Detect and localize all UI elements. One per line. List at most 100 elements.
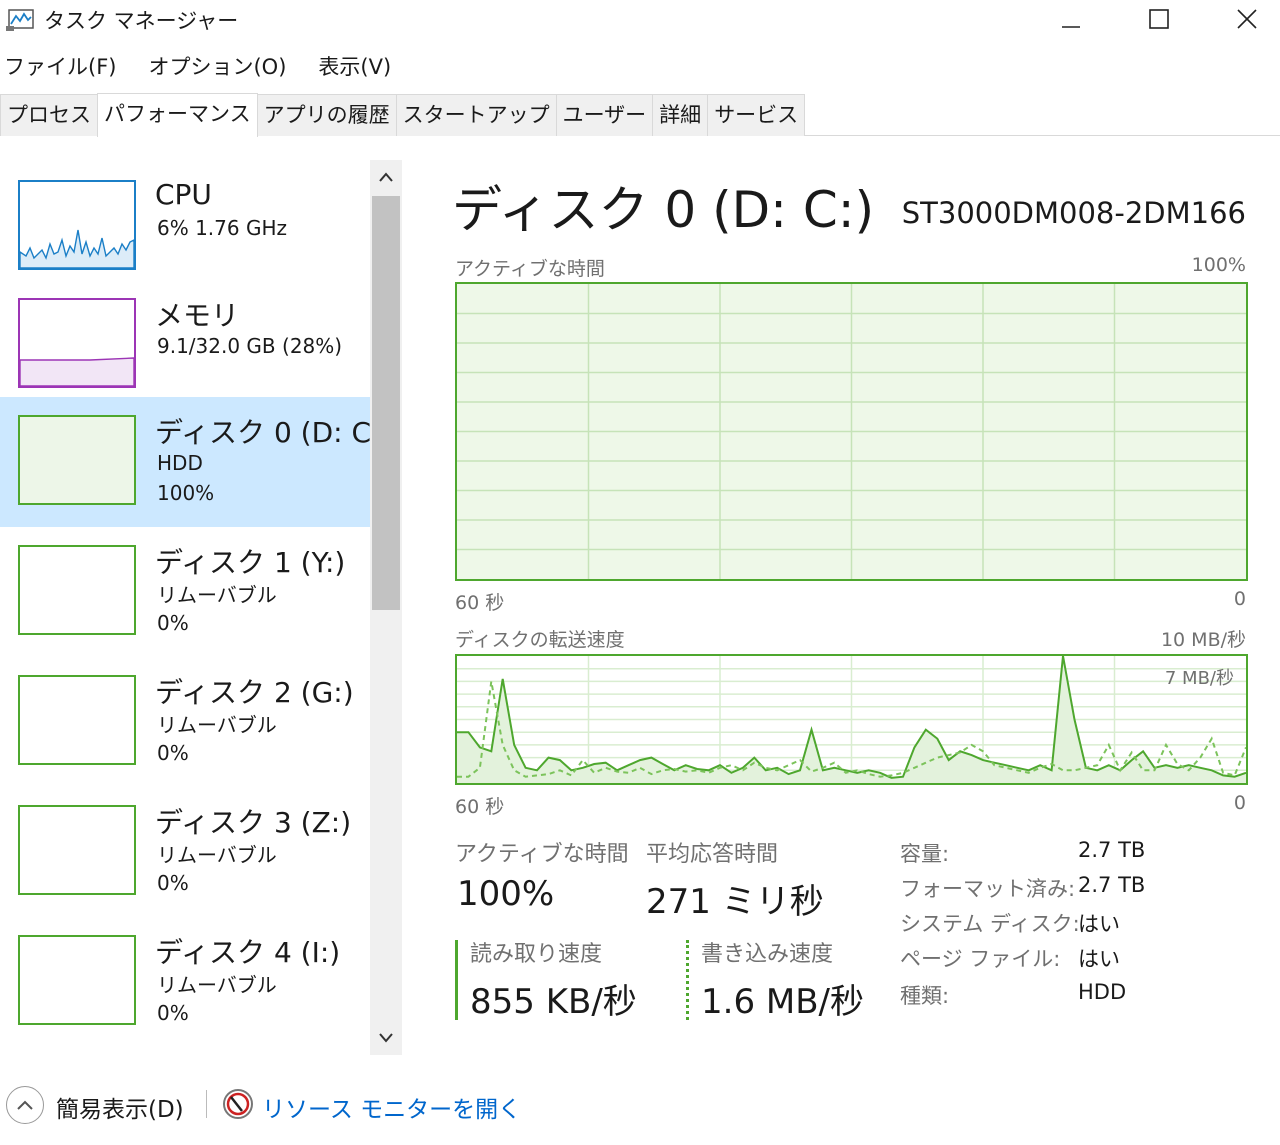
transfer-rate-inner-scale: 7 MB/秒 — [1164, 668, 1234, 689]
chevron-down-icon — [379, 1033, 393, 1043]
transfer-rate-graph-svg — [457, 656, 1246, 783]
menu-file[interactable]: ファイル(F) — [0, 50, 130, 86]
transfer-rate-graph-max: 10 MB/秒 — [1160, 629, 1246, 651]
sidebar-item-title: ディスク 3 (Z:) — [155, 806, 352, 839]
sidebar-item-title: ディスク 0 (D: C:) — [155, 416, 370, 449]
window-title: タスク マネージャー — [44, 9, 239, 33]
minimize-button[interactable] — [1036, 0, 1106, 38]
footer-divider — [206, 1090, 207, 1118]
open-resource-monitor-link[interactable]: リソース モニターを開く — [262, 1090, 521, 1124]
scroll-up-button[interactable] — [370, 160, 402, 194]
write-speed-value: 1.6 MB/秒 — [701, 982, 864, 1022]
cpu-thumbnail-graph — [18, 180, 136, 270]
active-time-graph-max: 100% — [1191, 254, 1246, 276]
active-time-graph-time-left: 60 秒 — [455, 592, 505, 614]
sidebar-item-detail: 9.1/32.0 GB (28%) — [157, 334, 343, 358]
write-speed-indicator — [686, 940, 689, 1020]
resource-sidebar: CPU 6% 1.76 GHz メモリ 9.1/32.0 GB (28%) ディ… — [0, 160, 370, 1055]
sidebar-item-title: ディスク 1 (Y:) — [155, 546, 346, 579]
sidebar-item-title: ディスク 4 (I:) — [155, 936, 341, 969]
active-time-label: アクティブな時間 — [455, 842, 629, 867]
write-speed-label: 書き込み速度 — [701, 942, 834, 967]
capacity-label: 容量: — [900, 842, 950, 866]
system-disk-label: システム ディスク: — [900, 912, 1080, 936]
sidebar-item-title: メモリ — [155, 299, 240, 332]
menu-options[interactable]: オプション(O) — [144, 50, 300, 86]
sidebar-item-disk-3[interactable]: ディスク 3 (Z:) リムーバブル 0% — [0, 787, 370, 917]
maximize-icon — [1149, 9, 1169, 29]
close-icon — [1237, 9, 1257, 29]
scroll-thumb[interactable] — [372, 196, 400, 610]
disk-3-thumbnail-graph — [18, 805, 136, 895]
menu-view[interactable]: 表示(V) — [314, 50, 405, 86]
sidebar-item-usage: 100% — [157, 481, 215, 505]
sidebar-item-type: リムーバブル — [157, 973, 277, 997]
scroll-down-button[interactable] — [370, 1021, 402, 1055]
sidebar-item-title: CPU — [155, 178, 212, 211]
memory-thumbnail-graph — [18, 298, 136, 388]
active-time-graph-label: アクティブな時間 — [455, 258, 605, 280]
maximize-button[interactable] — [1124, 0, 1194, 38]
minimize-icon — [1062, 26, 1080, 28]
resource-monitor-icon[interactable] — [222, 1088, 254, 1120]
title-bar: タスク マネージャー — [0, 0, 1280, 40]
fewer-details-button[interactable] — [6, 1086, 44, 1124]
disk-type-value: HDD — [1078, 980, 1127, 1004]
page-file-label: ページ ファイル: — [900, 947, 1061, 971]
active-time-value: 100% — [457, 874, 555, 914]
tab-users[interactable]: ユーザー — [555, 94, 654, 136]
disk-2-thumbnail-graph — [18, 675, 136, 765]
response-time-label: 平均応答時間 — [646, 842, 779, 867]
tab-startup[interactable]: スタートアップ — [395, 94, 557, 136]
system-disk-value: はい — [1078, 912, 1120, 936]
tab-processes[interactable]: プロセス — [0, 94, 98, 136]
sidebar-item-usage: 0% — [157, 871, 189, 895]
response-time-value: 271 ミリ秒 — [646, 882, 824, 922]
sidebar-item-title: ディスク 2 (G:) — [155, 676, 354, 709]
close-button[interactable] — [1212, 0, 1280, 38]
active-time-graph — [455, 282, 1248, 581]
sidebar-item-type: HDD — [157, 451, 203, 475]
disk-0-thumbnail-graph — [18, 415, 136, 505]
transfer-rate-graph-label: ディスクの転送速度 — [455, 629, 625, 651]
tab-services[interactable]: サービス — [707, 94, 806, 136]
disk-4-thumbnail-graph — [18, 935, 136, 1025]
sidebar-item-type: リムーバブル — [157, 583, 277, 607]
disk-model: ST3000DM008-2DM166 — [901, 196, 1246, 230]
page-title: ディスク 0 (D: C:) — [452, 181, 875, 239]
transfer-rate-graph: 7 MB/秒 — [455, 654, 1248, 785]
menu-bar: ファイル(F) オプション(O) 表示(V) — [0, 50, 419, 86]
transfer-rate-graph-time-left: 60 秒 — [455, 796, 505, 818]
read-speed-indicator — [455, 940, 458, 1020]
fewer-details-label[interactable]: 簡易表示(D) — [56, 1090, 184, 1124]
sidebar-item-disk-2[interactable]: ディスク 2 (G:) リムーバブル 0% — [0, 657, 370, 787]
sidebar-item-disk-1[interactable]: ディスク 1 (Y:) リムーバブル 0% — [0, 527, 370, 657]
tab-details[interactable]: 詳細 — [652, 94, 709, 136]
active-time-graph-time-right: 0 — [1233, 588, 1246, 610]
capacity-value: 2.7 TB — [1078, 838, 1146, 862]
sidebar-item-disk-4[interactable]: ディスク 4 (I:) リムーバブル 0% — [0, 917, 370, 1047]
page-file-value: はい — [1078, 947, 1120, 971]
sidebar-scrollbar[interactable] — [370, 160, 402, 1055]
tab-app-history[interactable]: アプリの履歴 — [256, 94, 397, 136]
sidebar-item-type: リムーバブル — [157, 713, 277, 737]
active-time-graph-svg — [457, 284, 1246, 579]
read-speed-label: 読み取り速度 — [470, 942, 603, 967]
formatted-value: 2.7 TB — [1078, 873, 1146, 897]
chevron-up-icon — [17, 1100, 33, 1110]
sidebar-item-detail: 6% 1.76 GHz — [157, 216, 288, 240]
sidebar-item-usage: 0% — [157, 611, 189, 635]
sidebar-item-cpu[interactable]: CPU 6% 1.76 GHz — [0, 160, 370, 290]
sidebar-item-usage: 0% — [157, 741, 189, 765]
chevron-up-icon — [379, 172, 393, 182]
disk-type-label: 種類: — [900, 984, 950, 1008]
read-speed-value: 855 KB/秒 — [470, 982, 637, 1022]
sidebar-item-usage: 0% — [157, 1001, 189, 1025]
tab-performance[interactable]: パフォーマンス — [97, 93, 258, 137]
transfer-rate-graph-time-right: 0 — [1233, 792, 1246, 814]
sidebar-item-disk-0[interactable]: ディスク 0 (D: C:) HDD 100% — [0, 397, 370, 527]
tab-bar: プロセス パフォーマンス アプリの履歴 スタートアップ ユーザー 詳細 サービス — [0, 93, 1280, 137]
sidebar-item-type: リムーバブル — [157, 843, 277, 867]
task-manager-icon — [6, 9, 34, 31]
disk-1-thumbnail-graph — [18, 545, 136, 635]
